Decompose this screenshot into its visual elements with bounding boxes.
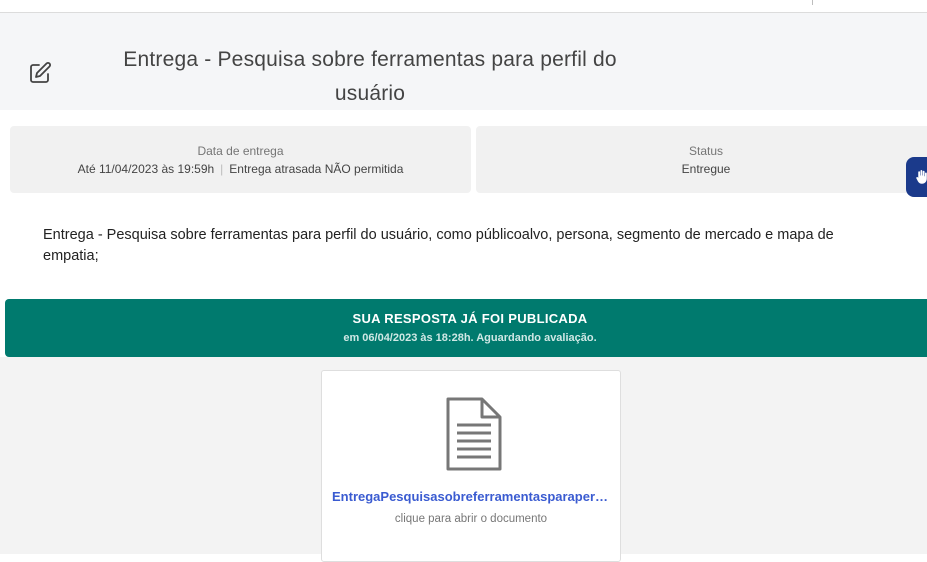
accessibility-button[interactable] [906,157,927,197]
assignment-header: Entrega - Pesquisa sobre ferramentas par… [0,13,927,110]
document-hint: clique para abrir o documento [394,513,548,525]
document-icon [446,397,502,471]
status-card: Status Entregue [476,126,927,193]
banner-title: SUA RESPOSTA JÁ FOI PUBLICADA [352,311,588,326]
due-date-card: Data de entrega Até 11/04/2023 às 19:59h… [10,126,471,193]
document-name-link[interactable]: EntregaPesquisasobreferramentasparaperfi… [332,489,610,504]
due-date: Até 11/04/2023 às 19:59h [77,162,215,176]
submission-banner: SUA RESPOSTA JÁ FOI PUBLICADA em 06/04/2… [5,299,927,357]
top-bar-divider [812,0,813,5]
due-date-value: Até 11/04/2023 às 19:59h | Entrega atrasad… [10,162,471,176]
edit-icon[interactable] [28,61,52,85]
due-date-label: Data de entrega [197,144,284,158]
top-bar [0,0,927,13]
hand-sign-icon [916,169,927,184]
status-label: Status [688,144,724,158]
banner-subtitle: em 06/04/2023 às 18:28h. Aguardando aval… [343,332,597,344]
assignment-description: Entrega - Pesquisa sobre ferramentas par… [43,227,834,264]
page-title: Entrega - Pesquisa sobre ferramentas par… [123,48,617,105]
separator: | [220,162,224,176]
late-policy: Entrega atrasada NÃO permitida [229,162,404,176]
document-card[interactable]: EntregaPesquisasobreferramentasparaperfi… [321,370,621,562]
status-value: Entregue [681,162,731,176]
